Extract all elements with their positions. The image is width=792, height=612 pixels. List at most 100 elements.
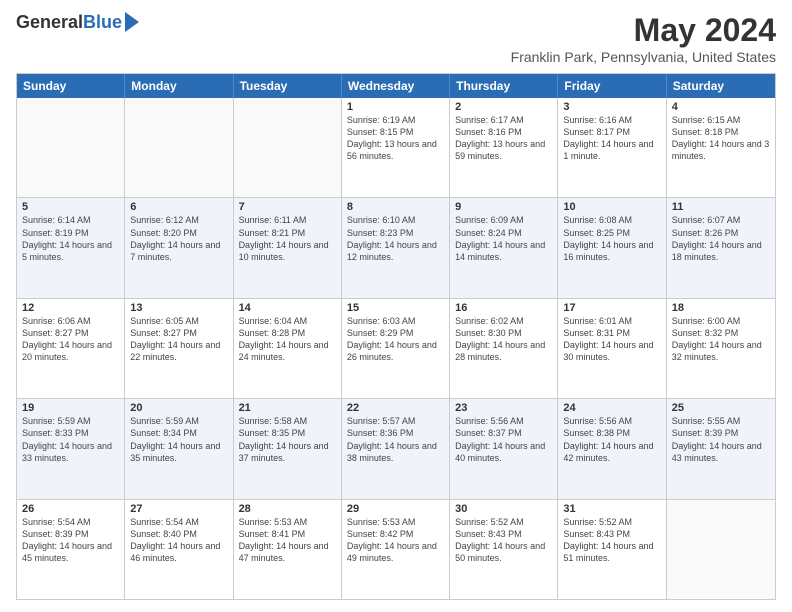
calendar-row-4: 26Sunrise: 5:54 AM Sunset: 8:39 PM Dayli… bbox=[17, 500, 775, 599]
calendar-cell-7: 7Sunrise: 6:11 AM Sunset: 8:21 PM Daylig… bbox=[234, 198, 342, 297]
cell-info: Sunrise: 5:52 AM Sunset: 8:43 PM Dayligh… bbox=[455, 516, 552, 565]
calendar-cell-21: 21Sunrise: 5:58 AM Sunset: 8:35 PM Dayli… bbox=[234, 399, 342, 498]
cell-info: Sunrise: 5:54 AM Sunset: 8:39 PM Dayligh… bbox=[22, 516, 119, 565]
cell-info: Sunrise: 6:02 AM Sunset: 8:30 PM Dayligh… bbox=[455, 315, 552, 364]
cell-date: 28 bbox=[239, 503, 336, 515]
cell-date: 17 bbox=[563, 302, 660, 314]
cell-date: 19 bbox=[22, 402, 119, 414]
calendar-row-1: 5Sunrise: 6:14 AM Sunset: 8:19 PM Daylig… bbox=[17, 198, 775, 298]
cell-info: Sunrise: 6:12 AM Sunset: 8:20 PM Dayligh… bbox=[130, 214, 227, 263]
calendar-cell-2: 2Sunrise: 6:17 AM Sunset: 8:16 PM Daylig… bbox=[450, 98, 558, 197]
calendar-cell-3: 3Sunrise: 6:16 AM Sunset: 8:17 PM Daylig… bbox=[558, 98, 666, 197]
month-title: May 2024 bbox=[511, 12, 776, 49]
day-header-sunday: Sunday bbox=[17, 74, 125, 98]
title-section: May 2024 Franklin Park, Pennsylvania, Un… bbox=[511, 12, 776, 65]
cell-info: Sunrise: 6:14 AM Sunset: 8:19 PM Dayligh… bbox=[22, 214, 119, 263]
cell-date: 29 bbox=[347, 503, 444, 515]
cell-date: 26 bbox=[22, 503, 119, 515]
cell-date: 9 bbox=[455, 201, 552, 213]
cell-info: Sunrise: 5:59 AM Sunset: 8:33 PM Dayligh… bbox=[22, 415, 119, 464]
cell-info: Sunrise: 6:05 AM Sunset: 8:27 PM Dayligh… bbox=[130, 315, 227, 364]
day-header-friday: Friday bbox=[558, 74, 666, 98]
cell-date: 13 bbox=[130, 302, 227, 314]
cell-info: Sunrise: 5:53 AM Sunset: 8:41 PM Dayligh… bbox=[239, 516, 336, 565]
calendar-cell-9: 9Sunrise: 6:09 AM Sunset: 8:24 PM Daylig… bbox=[450, 198, 558, 297]
calendar-row-3: 19Sunrise: 5:59 AM Sunset: 8:33 PM Dayli… bbox=[17, 399, 775, 499]
cell-date: 18 bbox=[672, 302, 770, 314]
cell-info: Sunrise: 5:55 AM Sunset: 8:39 PM Dayligh… bbox=[672, 415, 770, 464]
cell-date: 3 bbox=[563, 101, 660, 113]
day-header-saturday: Saturday bbox=[667, 74, 775, 98]
calendar-row-2: 12Sunrise: 6:06 AM Sunset: 8:27 PM Dayli… bbox=[17, 299, 775, 399]
calendar-cell-18: 18Sunrise: 6:00 AM Sunset: 8:32 PM Dayli… bbox=[667, 299, 775, 398]
calendar-cell-25: 25Sunrise: 5:55 AM Sunset: 8:39 PM Dayli… bbox=[667, 399, 775, 498]
cell-date: 10 bbox=[563, 201, 660, 213]
calendar-cell-8: 8Sunrise: 6:10 AM Sunset: 8:23 PM Daylig… bbox=[342, 198, 450, 297]
cell-info: Sunrise: 5:56 AM Sunset: 8:37 PM Dayligh… bbox=[455, 415, 552, 464]
cell-date: 5 bbox=[22, 201, 119, 213]
calendar-cell-17: 17Sunrise: 6:01 AM Sunset: 8:31 PM Dayli… bbox=[558, 299, 666, 398]
cell-info: Sunrise: 5:52 AM Sunset: 8:43 PM Dayligh… bbox=[563, 516, 660, 565]
calendar-cell-22: 22Sunrise: 5:57 AM Sunset: 8:36 PM Dayli… bbox=[342, 399, 450, 498]
cell-info: Sunrise: 6:08 AM Sunset: 8:25 PM Dayligh… bbox=[563, 214, 660, 263]
calendar-cell-4: 4Sunrise: 6:15 AM Sunset: 8:18 PM Daylig… bbox=[667, 98, 775, 197]
cell-date: 22 bbox=[347, 402, 444, 414]
calendar-cell-15: 15Sunrise: 6:03 AM Sunset: 8:29 PM Dayli… bbox=[342, 299, 450, 398]
logo-arrow-icon bbox=[125, 12, 139, 32]
location: Franklin Park, Pennsylvania, United Stat… bbox=[511, 49, 776, 65]
cell-date: 23 bbox=[455, 402, 552, 414]
calendar-cell-19: 19Sunrise: 5:59 AM Sunset: 8:33 PM Dayli… bbox=[17, 399, 125, 498]
cell-date: 20 bbox=[130, 402, 227, 414]
logo-general-text: General bbox=[16, 12, 83, 33]
calendar-row-0: 1Sunrise: 6:19 AM Sunset: 8:15 PM Daylig… bbox=[17, 98, 775, 198]
cell-info: Sunrise: 6:16 AM Sunset: 8:17 PM Dayligh… bbox=[563, 114, 660, 163]
calendar-cell-28: 28Sunrise: 5:53 AM Sunset: 8:41 PM Dayli… bbox=[234, 500, 342, 599]
cell-info: Sunrise: 5:56 AM Sunset: 8:38 PM Dayligh… bbox=[563, 415, 660, 464]
calendar-cell-24: 24Sunrise: 5:56 AM Sunset: 8:38 PM Dayli… bbox=[558, 399, 666, 498]
cell-info: Sunrise: 5:57 AM Sunset: 8:36 PM Dayligh… bbox=[347, 415, 444, 464]
cell-date: 11 bbox=[672, 201, 770, 213]
calendar-cell-10: 10Sunrise: 6:08 AM Sunset: 8:25 PM Dayli… bbox=[558, 198, 666, 297]
cell-date: 30 bbox=[455, 503, 552, 515]
calendar-cell-16: 16Sunrise: 6:02 AM Sunset: 8:30 PM Dayli… bbox=[450, 299, 558, 398]
cell-info: Sunrise: 6:07 AM Sunset: 8:26 PM Dayligh… bbox=[672, 214, 770, 263]
cell-date: 16 bbox=[455, 302, 552, 314]
cell-info: Sunrise: 5:54 AM Sunset: 8:40 PM Dayligh… bbox=[130, 516, 227, 565]
cell-info: Sunrise: 6:01 AM Sunset: 8:31 PM Dayligh… bbox=[563, 315, 660, 364]
page: General Blue May 2024 Franklin Park, Pen… bbox=[0, 0, 792, 612]
cell-info: Sunrise: 5:58 AM Sunset: 8:35 PM Dayligh… bbox=[239, 415, 336, 464]
cell-info: Sunrise: 5:53 AM Sunset: 8:42 PM Dayligh… bbox=[347, 516, 444, 565]
cell-date: 7 bbox=[239, 201, 336, 213]
calendar-cell-30: 30Sunrise: 5:52 AM Sunset: 8:43 PM Dayli… bbox=[450, 500, 558, 599]
calendar-cell-20: 20Sunrise: 5:59 AM Sunset: 8:34 PM Dayli… bbox=[125, 399, 233, 498]
day-header-wednesday: Wednesday bbox=[342, 74, 450, 98]
cell-date: 4 bbox=[672, 101, 770, 113]
calendar-cell-empty-0 bbox=[17, 98, 125, 197]
logo: General Blue bbox=[16, 12, 139, 33]
cell-info: Sunrise: 6:15 AM Sunset: 8:18 PM Dayligh… bbox=[672, 114, 770, 163]
calendar-cell-31: 31Sunrise: 5:52 AM Sunset: 8:43 PM Dayli… bbox=[558, 500, 666, 599]
cell-date: 8 bbox=[347, 201, 444, 213]
calendar-cell-27: 27Sunrise: 5:54 AM Sunset: 8:40 PM Dayli… bbox=[125, 500, 233, 599]
cell-info: Sunrise: 6:09 AM Sunset: 8:24 PM Dayligh… bbox=[455, 214, 552, 263]
logo-blue-text: Blue bbox=[83, 12, 122, 33]
cell-date: 31 bbox=[563, 503, 660, 515]
cell-date: 1 bbox=[347, 101, 444, 113]
calendar: SundayMondayTuesdayWednesdayThursdayFrid… bbox=[16, 73, 776, 600]
cell-info: Sunrise: 6:11 AM Sunset: 8:21 PM Dayligh… bbox=[239, 214, 336, 263]
cell-info: Sunrise: 6:06 AM Sunset: 8:27 PM Dayligh… bbox=[22, 315, 119, 364]
calendar-cell-empty-1 bbox=[125, 98, 233, 197]
cell-date: 6 bbox=[130, 201, 227, 213]
cell-info: Sunrise: 5:59 AM Sunset: 8:34 PM Dayligh… bbox=[130, 415, 227, 464]
calendar-body: 1Sunrise: 6:19 AM Sunset: 8:15 PM Daylig… bbox=[17, 98, 775, 599]
cell-info: Sunrise: 6:17 AM Sunset: 8:16 PM Dayligh… bbox=[455, 114, 552, 163]
cell-date: 2 bbox=[455, 101, 552, 113]
day-header-monday: Monday bbox=[125, 74, 233, 98]
calendar-cell-29: 29Sunrise: 5:53 AM Sunset: 8:42 PM Dayli… bbox=[342, 500, 450, 599]
calendar-cell-26: 26Sunrise: 5:54 AM Sunset: 8:39 PM Dayli… bbox=[17, 500, 125, 599]
cell-date: 12 bbox=[22, 302, 119, 314]
cell-info: Sunrise: 6:19 AM Sunset: 8:15 PM Dayligh… bbox=[347, 114, 444, 163]
cell-date: 15 bbox=[347, 302, 444, 314]
calendar-cell-empty-6 bbox=[667, 500, 775, 599]
day-header-tuesday: Tuesday bbox=[234, 74, 342, 98]
